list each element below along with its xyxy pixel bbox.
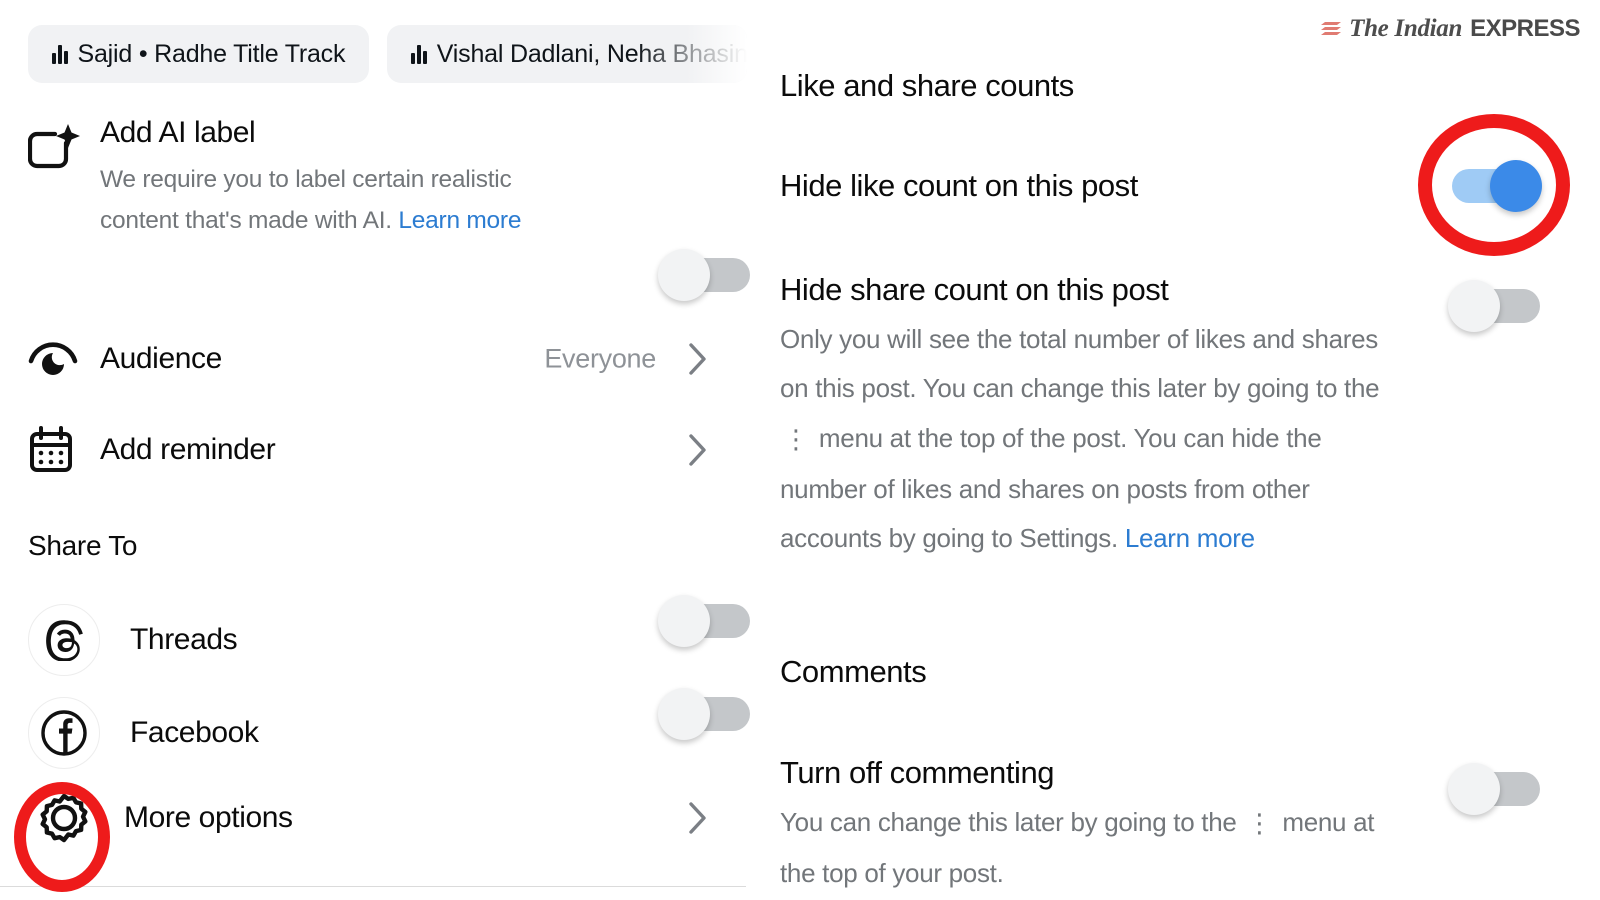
share-item-threads[interactable]: Threads [28, 595, 750, 676]
more-options-row[interactable]: More options [28, 790, 718, 846]
share-item-label: Facebook [130, 716, 259, 749]
chevron-right-icon[interactable] [688, 342, 708, 376]
toggle-knob [658, 595, 710, 647]
audio-chip[interactable]: Vishal Dadlani, Neha Bhasin, [387, 25, 748, 83]
hide-share-count-title: Hide share count on this post [780, 272, 1169, 307]
turn-off-commenting-title: Turn off commenting [780, 755, 1055, 790]
ai-sparkle-icon [28, 118, 82, 174]
add-ai-label-texts: Add AI label We require you to label cer… [100, 118, 570, 242]
hide-share-count-description: Only you will see the total number of li… [780, 315, 1400, 563]
facebook-toggle[interactable] [658, 688, 750, 740]
threads-toggle[interactable] [658, 595, 750, 647]
share-item-label: Threads [130, 623, 238, 656]
like-and-share-counts-heading: Like and share counts [780, 68, 1074, 103]
commenting-desc-part1: You can change this later by going to th… [780, 807, 1244, 837]
screenshot-root: The Indian EXPRESS Sajid • Radhe Title T… [0, 0, 1600, 900]
audio-chip[interactable]: Sajid • Radhe Title Track [28, 25, 370, 83]
audience-eye-icon [28, 335, 82, 383]
panel-divider [0, 886, 746, 887]
left-panel: Sajid • Radhe Title Track Vishal Dadlani… [0, 0, 750, 900]
add-ai-label-description: We require you to label certain realisti… [100, 160, 570, 242]
kebab-menu-icon: ⋮ [1246, 808, 1273, 839]
calendar-icon [28, 425, 82, 475]
audio-chip-label: Vishal Dadlani, Neha Bhasin, [436, 39, 748, 68]
right-panel: Like and share counts Hide like count on… [746, 0, 1600, 900]
audio-chips-row: Sajid • Radhe Title Track Vishal Dadlani… [0, 25, 760, 83]
hide-share-count-toggle[interactable] [1448, 280, 1540, 332]
turn-off-commenting-toggle[interactable] [1448, 763, 1540, 815]
audio-waveform-icon [52, 44, 68, 64]
hide-share-desc-part1: Only you will see the total number of li… [780, 324, 1380, 404]
share-item-facebook[interactable]: Facebook [28, 688, 750, 769]
hide-share-learn-more-link[interactable]: Learn more [1125, 523, 1255, 553]
audio-waveform-icon [411, 44, 427, 64]
add-ai-label-row[interactable]: Add AI label We require you to label cer… [28, 118, 750, 301]
toggle-knob [1448, 763, 1500, 815]
toggle-knob [658, 249, 710, 301]
chevron-right-icon[interactable] [688, 433, 708, 467]
toggle-knob [1448, 280, 1500, 332]
kebab-menu-icon: ⋮ [783, 424, 809, 455]
audio-chip-label: Sajid • Radhe Title Track [77, 39, 346, 68]
hide-like-count-toggle[interactable] [1452, 160, 1542, 212]
share-to-heading: Share To [28, 530, 138, 561]
turn-off-commenting-description: You can change this later by going to th… [780, 798, 1400, 898]
add-ai-label-toggle[interactable] [658, 249, 750, 301]
audience-label: Audience [100, 342, 222, 375]
facebook-icon [28, 697, 100, 769]
audience-value: Everyone [544, 343, 656, 374]
add-reminder-label: Add reminder [100, 433, 276, 466]
comments-heading: Comments [780, 654, 927, 689]
threads-icon [28, 604, 100, 676]
gear-icon [28, 790, 100, 846]
more-options-label: More options [124, 801, 293, 834]
add-reminder-row[interactable]: Add reminder [28, 425, 718, 475]
audience-row[interactable]: Audience Everyone [28, 335, 718, 383]
hide-like-count-title: Hide like count on this post [780, 168, 1138, 203]
chevron-right-icon[interactable] [688, 801, 708, 835]
toggle-knob [658, 688, 710, 740]
add-ai-label-title: Add AI label [100, 116, 256, 149]
ai-learn-more-link[interactable]: Learn more [398, 207, 521, 234]
toggle-knob [1490, 160, 1542, 212]
